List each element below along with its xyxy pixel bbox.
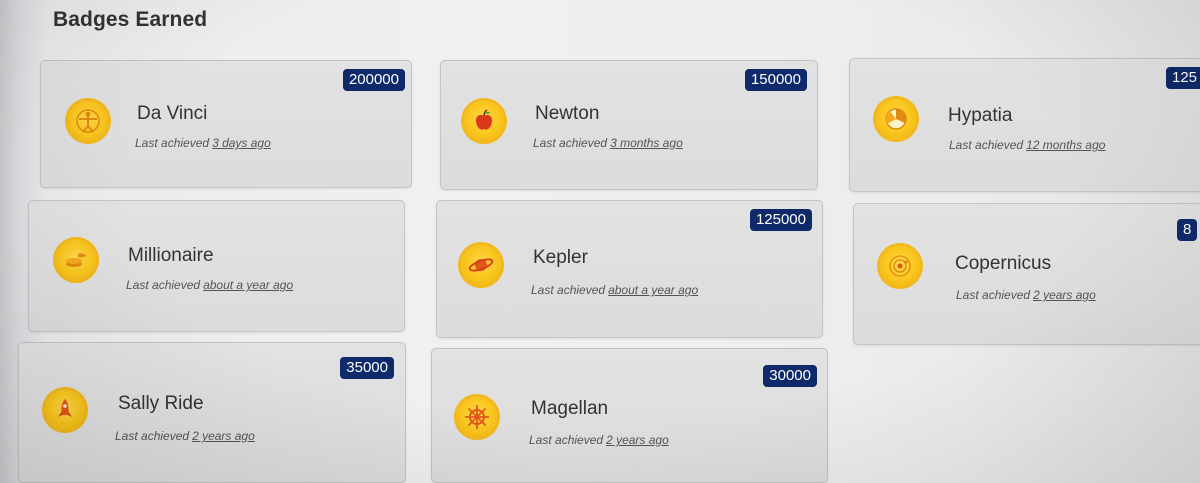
badge-last-achieved: Last achieved 2 years ago — [956, 288, 1096, 302]
badge-points: 125 — [1166, 67, 1200, 89]
badge-last-achieved: Last achieved about a year ago — [126, 278, 294, 292]
badge-name: Newton — [535, 103, 600, 124]
badge-points: 200000 — [342, 69, 405, 91]
geometry-icon — [876, 99, 916, 139]
badge-last-achieved: Last achieved about a year ago — [531, 283, 699, 297]
orbit-icon — [880, 246, 920, 286]
badge-points: 30000 — [763, 365, 817, 387]
badge-name: Millionaire — [128, 245, 214, 266]
badge-card-magellan[interactable]: Magellan Last achieved 2 years ago 30000 — [431, 348, 828, 483]
badge-name: Hypatia — [948, 105, 1013, 126]
badge-name: Da Vinci — [137, 103, 208, 124]
badge-name: Kepler — [533, 247, 588, 268]
badge-last-achieved: Last achieved 3 months ago — [533, 136, 683, 150]
vitruvian-man-icon — [68, 101, 108, 141]
badge-card-sally-ride[interactable]: Sally Ride Last achieved 2 years ago 3500… — [18, 342, 406, 483]
badge-card-da-vinci[interactable]: Da Vinci Last achieved 3 days ago 200000 — [40, 60, 412, 188]
badge-last-achieved: Last achieved 2 years ago — [115, 429, 255, 443]
badge-points: 35000 — [340, 357, 394, 379]
page-title: Badges Earned — [53, 8, 208, 31]
badge-points: 150000 — [744, 69, 807, 91]
badge-name: Sally Ride — [118, 393, 204, 414]
planet-icon — [461, 245, 501, 285]
ship-wheel-icon — [457, 397, 497, 437]
badge-card-kepler[interactable]: Kepler Last achieved about a year ago 125… — [436, 200, 823, 338]
badge-points: 8 — [1177, 219, 1198, 241]
money-icon — [56, 240, 96, 280]
badge-points: 125000 — [749, 209, 812, 231]
badge-card-hypatia[interactable]: Hypatia Last achieved 12 months ago 125 — [849, 58, 1200, 192]
badge-card-millionaire[interactable]: Millionaire Last achieved about a year ag… — [28, 200, 405, 332]
badge-card-copernicus[interactable]: Copernicus Last achieved 2 years ago 8 — [853, 203, 1200, 345]
badge-last-achieved: Last achieved 2 years ago — [529, 433, 669, 447]
apple-icon — [464, 101, 504, 141]
badge-name: Magellan — [531, 398, 609, 419]
badge-name: Copernicus — [955, 253, 1052, 274]
badge-card-newton[interactable]: Newton Last achieved 3 months ago 150000 — [440, 60, 818, 190]
badge-last-achieved: Last achieved 3 days ago — [135, 136, 271, 150]
badge-last-achieved: Last achieved 12 months ago — [949, 138, 1106, 152]
rocket-icon — [45, 390, 85, 430]
